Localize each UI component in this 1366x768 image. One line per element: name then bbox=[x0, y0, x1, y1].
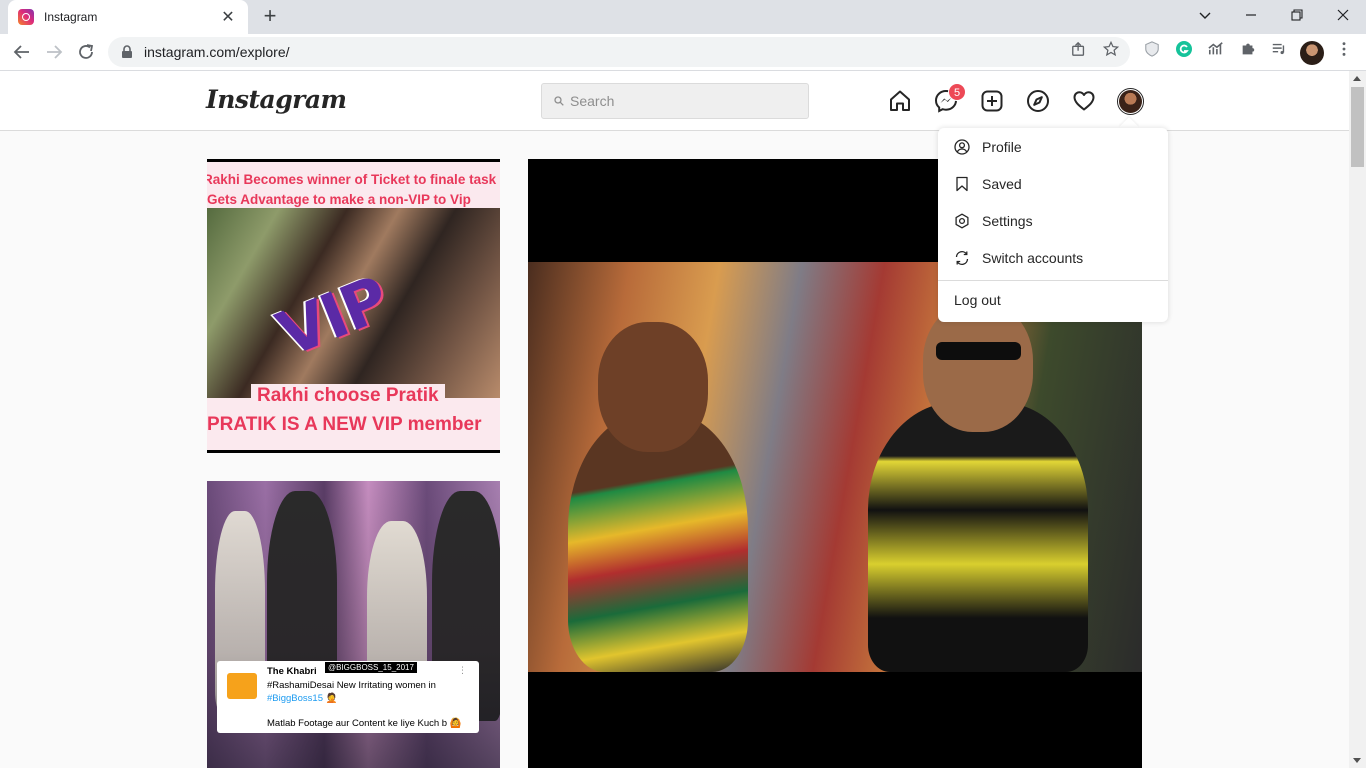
more-icon: ⋮ bbox=[458, 665, 467, 675]
menu-item-switch-accounts[interactable]: Switch accounts bbox=[938, 239, 1168, 276]
tab-title: Instagram bbox=[44, 10, 98, 24]
restore-button[interactable] bbox=[1274, 0, 1320, 30]
khabri-logo bbox=[227, 673, 257, 699]
close-icon bbox=[1337, 9, 1349, 21]
extension-shield-button[interactable] bbox=[1142, 39, 1162, 59]
restore-icon bbox=[1291, 9, 1303, 21]
profile-avatar-button[interactable] bbox=[1117, 88, 1144, 115]
media-control-button[interactable] bbox=[1269, 39, 1289, 59]
explore-button[interactable] bbox=[1025, 88, 1051, 114]
post-caption-line2: Gets Advantage to make a non-VIP to Vip bbox=[207, 192, 471, 207]
new-post-button[interactable] bbox=[979, 88, 1005, 114]
reload-button[interactable] bbox=[74, 40, 98, 64]
address-bar[interactable]: instagram.com/explore/ bbox=[108, 37, 1130, 67]
menu-item-settings[interactable]: Settings bbox=[938, 202, 1168, 239]
messages-badge: 5 bbox=[948, 83, 967, 101]
search-input[interactable] bbox=[570, 93, 790, 109]
compass-icon bbox=[1027, 90, 1049, 112]
profile-dropdown-menu: Profile Saved Settings Switch accounts L… bbox=[938, 128, 1168, 322]
search-box[interactable] bbox=[541, 83, 809, 119]
arrow-right-icon bbox=[47, 45, 63, 59]
star-icon bbox=[1103, 41, 1119, 57]
menu-item-saved[interactable]: Saved bbox=[938, 165, 1168, 202]
share-icon bbox=[1072, 41, 1085, 56]
tweet-card: The Khabri @BIGGBOSS_15_2017 ⋮ #RashamiD… bbox=[217, 661, 479, 733]
scroll-down-arrow-icon[interactable] bbox=[1353, 758, 1361, 763]
tweet-line2: #BiggBoss15 🤦 bbox=[267, 693, 338, 704]
avatar bbox=[1119, 90, 1142, 113]
profile-icon bbox=[954, 138, 970, 155]
puzzle-icon bbox=[1242, 43, 1255, 55]
extensions-button[interactable] bbox=[1238, 39, 1258, 59]
post-bottom-line1: Rakhi choose Pratik bbox=[251, 384, 445, 408]
post-photo-figure bbox=[936, 342, 1021, 360]
tab-close-icon[interactable]: ✕ bbox=[218, 7, 238, 27]
activity-button[interactable] bbox=[1071, 88, 1097, 114]
instagram-logo[interactable]: Instagram bbox=[206, 85, 347, 114]
menu-label-saved: Saved bbox=[982, 175, 1022, 192]
close-window-button[interactable] bbox=[1320, 0, 1366, 30]
menu-label-profile: Profile bbox=[982, 138, 1022, 155]
instagram-header: Instagram bbox=[0, 71, 1349, 131]
forward-button[interactable] bbox=[42, 40, 66, 64]
shield-icon bbox=[1145, 41, 1159, 57]
arrow-left-icon bbox=[13, 45, 29, 59]
scroll-up-arrow-icon[interactable] bbox=[1353, 76, 1361, 81]
reload-icon bbox=[79, 44, 94, 59]
share-button[interactable] bbox=[1069, 39, 1089, 59]
instagram-favicon-icon bbox=[18, 9, 34, 25]
playlist-icon bbox=[1272, 43, 1285, 55]
lock-icon bbox=[122, 45, 132, 58]
back-button[interactable] bbox=[10, 40, 34, 64]
extension-stats-button[interactable] bbox=[1206, 39, 1226, 59]
post-photo-figure bbox=[868, 402, 1088, 672]
post-caption-line1: Rakhi Becomes winner of Ticket to finale… bbox=[207, 172, 497, 187]
menu-item-logout[interactable]: Log out bbox=[938, 281, 1168, 319]
page-scrollbar[interactable] bbox=[1349, 71, 1366, 768]
browser-tab-instagram[interactable]: Instagram ✕ bbox=[8, 0, 248, 34]
browser-toolbar: instagram.com/explore/ bbox=[0, 34, 1366, 71]
tweet-line3: Matlab Footage aur Content ke liye Kuch … bbox=[267, 718, 462, 729]
home-button[interactable] bbox=[887, 88, 913, 114]
bookmark-star-button[interactable] bbox=[1101, 39, 1121, 59]
minimize-button[interactable] bbox=[1228, 0, 1274, 30]
switch-accounts-icon bbox=[955, 250, 969, 265]
address-url: instagram.com/explore/ bbox=[144, 44, 290, 60]
chrome-profile-avatar[interactable] bbox=[1300, 41, 1324, 65]
menu-label-settings: Settings bbox=[982, 212, 1033, 229]
home-icon bbox=[890, 90, 910, 111]
bookmark-icon bbox=[956, 176, 968, 191]
chevron-down-icon bbox=[1199, 12, 1211, 19]
video-frame bbox=[528, 262, 1142, 672]
grammarly-icon bbox=[1176, 41, 1192, 57]
scrollbar-thumb[interactable] bbox=[1351, 87, 1364, 167]
menu-label-switch-accounts: Switch accounts bbox=[982, 249, 1084, 266]
settings-icon bbox=[955, 213, 969, 228]
add-post-icon bbox=[981, 90, 1003, 112]
more-vertical-icon bbox=[1342, 42, 1346, 56]
new-tab-button[interactable]: + bbox=[258, 4, 282, 28]
chart-icon bbox=[1208, 42, 1223, 55]
heart-icon bbox=[1073, 91, 1095, 111]
search-icon bbox=[554, 96, 564, 106]
menu-item-profile[interactable]: Profile bbox=[938, 128, 1168, 165]
tweet-handle: @BIGGBOSS_15_2017 bbox=[325, 662, 417, 673]
post-image: Rakhi Becomes winner of Ticket to finale… bbox=[207, 162, 500, 450]
explore-post-1[interactable]: Rakhi Becomes winner of Ticket to finale… bbox=[207, 159, 500, 453]
chrome-menu-button[interactable] bbox=[1334, 39, 1354, 59]
minimize-icon bbox=[1246, 14, 1256, 16]
tab-search-button[interactable] bbox=[1182, 0, 1228, 30]
post-bottom-line2: PRATIK IS A NEW VIP member bbox=[207, 412, 500, 438]
tweet-name: The Khabri bbox=[267, 666, 317, 677]
tweet-line1: #RashamiDesai New Irritating women in bbox=[267, 680, 436, 691]
grammarly-extension-button[interactable] bbox=[1174, 39, 1194, 59]
browser-tabstrip: Instagram ✕ + bbox=[0, 0, 1366, 34]
post-photo-figure bbox=[598, 322, 708, 452]
